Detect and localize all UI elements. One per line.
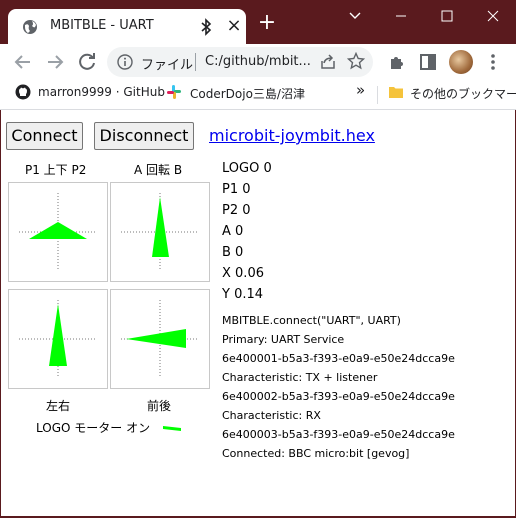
front-back-gauge bbox=[110, 289, 210, 389]
disconnect-button[interactable]: Disconnect bbox=[94, 122, 194, 150]
rotation-header: A 回転 B bbox=[134, 163, 183, 177]
connect-button[interactable]: Connect bbox=[6, 122, 83, 150]
forward-icon[interactable] bbox=[43, 50, 67, 74]
front-back-label: 前後 bbox=[147, 399, 172, 413]
extensions-icon[interactable] bbox=[387, 52, 407, 72]
other-bookmarks[interactable]: その他のブックマーク bbox=[410, 85, 516, 102]
log-line: MBITBLE.connect("UART", UART) bbox=[222, 314, 401, 327]
new-tab-button[interactable]: + bbox=[256, 12, 278, 34]
chevron-down-icon[interactable] bbox=[332, 0, 378, 32]
folder-icon bbox=[389, 87, 403, 98]
scheme-label: ファイル bbox=[141, 58, 194, 73]
log-line: 6e400001-b5a3-f393-e0a9-e50e24dcca9e bbox=[222, 352, 455, 365]
rotation-gauge bbox=[110, 182, 210, 282]
page-content: Connect Disconnect microbit-joymbit.hex … bbox=[1, 110, 515, 516]
log-line: 6e400003-b5a3-f393-e0a9-e50e24dcca9e bbox=[222, 428, 455, 441]
log-line: 6e400002-b5a3-f393-e0a9-e50e24dcca9e bbox=[222, 390, 455, 403]
left-right-gauge bbox=[8, 289, 108, 389]
address-bar[interactable]: ファイル C:/github/mbit... bbox=[107, 47, 373, 77]
stat-y: Y 0.14 bbox=[222, 287, 264, 302]
globe-icon bbox=[23, 20, 37, 34]
bookmarks-more-icon[interactable]: » bbox=[356, 81, 365, 99]
bookmark-github[interactable]: marron9999 · GitHub bbox=[38, 85, 165, 99]
log-line: Connected: BBC micro:bit [gevog] bbox=[222, 447, 410, 460]
bookmarks-bar: marron9999 · GitHub CoderDojo三島/沼津 » その他… bbox=[0, 80, 516, 110]
github-icon bbox=[15, 84, 31, 100]
menu-dots-icon[interactable] bbox=[483, 52, 503, 72]
tab-title: MBITBLE - UART bbox=[50, 18, 154, 33]
stat-a: A 0 bbox=[222, 224, 244, 239]
reload-icon[interactable] bbox=[75, 50, 99, 74]
p1-p2-gauge bbox=[8, 182, 108, 282]
bookmark-coderdojo[interactable]: CoderDojo三島/沼津 bbox=[190, 85, 305, 102]
bluetooth-icon bbox=[201, 18, 212, 36]
stat-p1: P1 0 bbox=[222, 182, 251, 197]
p1-p2-header: P1 上下 P2 bbox=[25, 163, 87, 177]
browser-tab[interactable]: MBITBLE - UART × bbox=[8, 9, 246, 44]
tab-close-icon[interactable]: × bbox=[226, 17, 242, 35]
minimize-button[interactable] bbox=[378, 0, 424, 32]
motor-label: LOGO モーター オン bbox=[36, 421, 151, 435]
browser-window: MBITBLE - UART × + ファイル C:/github/mbit..… bbox=[0, 0, 516, 518]
stat-x: X 0.06 bbox=[222, 266, 264, 281]
side-panel-icon[interactable] bbox=[418, 52, 438, 72]
motor-indicator bbox=[163, 426, 181, 431]
log-line: Characteristic: TX + listener bbox=[222, 371, 378, 384]
stat-logo: LOGO 0 bbox=[222, 161, 272, 176]
info-icon[interactable] bbox=[117, 54, 133, 70]
stat-p2: P2 0 bbox=[222, 203, 251, 218]
bookmark-star-icon[interactable] bbox=[347, 52, 365, 70]
slack-icon bbox=[167, 85, 181, 99]
left-right-label: 左右 bbox=[46, 399, 71, 413]
log-line: Primary: UART Service bbox=[222, 333, 345, 346]
log-line: Characteristic: RX bbox=[222, 409, 321, 422]
browser-toolbar: ファイル C:/github/mbit... bbox=[0, 44, 516, 80]
bookmark-divider bbox=[377, 86, 378, 104]
omnibox-divider bbox=[195, 53, 196, 71]
maximize-button[interactable] bbox=[424, 0, 470, 32]
close-window-button[interactable] bbox=[470, 0, 516, 32]
back-icon[interactable] bbox=[11, 50, 35, 74]
url-text[interactable]: C:/github/mbit... bbox=[205, 54, 317, 69]
profile-avatar[interactable] bbox=[449, 50, 473, 74]
hex-download-link[interactable]: microbit-joymbit.hex bbox=[209, 126, 375, 145]
share-icon[interactable] bbox=[319, 53, 337, 71]
stat-b: B 0 bbox=[222, 245, 244, 260]
